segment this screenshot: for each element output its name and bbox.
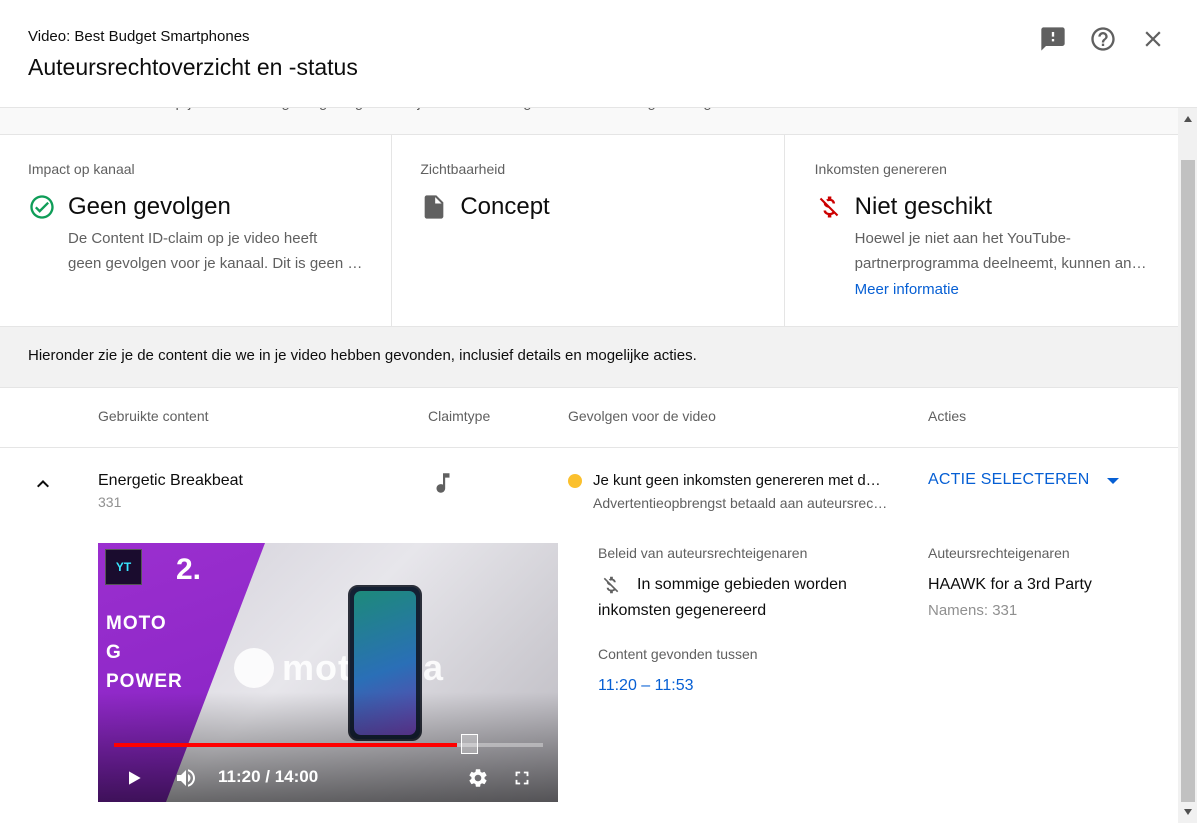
learn-more-link[interactable]: Meer informatie <box>855 281 959 298</box>
dialog-header: Video: Best Budget Smartphones Auteursre… <box>0 0 1197 108</box>
policy-label: Beleid van auteursrechteigenaren <box>598 545 808 561</box>
card-heading: Inkomsten genereren <box>814 161 947 177</box>
owner-sub: Namens: 331 <box>928 602 1018 619</box>
overlay-line: MOTO <box>106 613 167 634</box>
card-heading: Impact op kanaal <box>28 161 135 177</box>
feedback-icon[interactable] <box>1038 24 1068 54</box>
no-money-icon <box>600 574 622 596</box>
settings-gear-icon[interactable] <box>464 764 492 792</box>
card-heading: Zichtbaarheid <box>420 161 506 177</box>
music-note-icon <box>430 470 456 496</box>
progress-fill <box>114 743 458 747</box>
card-value: Niet geschikt <box>854 193 993 220</box>
document-icon <box>420 193 448 221</box>
card-desc-line: partnerprogramma deelneemt, kunnen ander… <box>854 255 1147 272</box>
progress-bar[interactable] <box>114 743 543 747</box>
volume-icon[interactable] <box>172 764 200 792</box>
owners-label: Auteursrechteigenaren <box>928 545 1070 561</box>
card-monetization: Inkomsten genereren Niet geschikt Hoewel… <box>785 135 1178 326</box>
overlay-number: 2. <box>176 553 202 586</box>
select-action-button[interactable]: ACTIE SELECTEREN <box>928 471 1089 489</box>
scroll-up-icon[interactable] <box>1181 112 1195 126</box>
card-desc-line: geen gevolgen voor je kanaal. Dit is gee… <box>68 255 364 272</box>
effect-subtext: Advertentieopbrengst betaald aan auteurs… <box>593 495 888 511</box>
card-description: Hoewel je niet aan het YouTube- partnerp… <box>855 226 1155 276</box>
overlay-line: G <box>106 642 122 663</box>
help-icon[interactable] <box>1088 24 1118 54</box>
card-desc-line: De Content ID-claim op je video heeft <box>68 230 318 247</box>
info-band: Hieronder zie je de content die we in je… <box>0 326 1178 388</box>
card-desc-line: Hoewel je niet aan het YouTube- <box>854 230 1071 247</box>
overlay-title: MOTO G POWER <box>106 609 183 696</box>
scrubber-handle[interactable] <box>461 734 478 754</box>
check-circle-icon <box>28 193 56 221</box>
card-value-row: Concept <box>420 193 550 221</box>
found-label: Content gevonden tussen <box>598 646 758 662</box>
policy-text: In sommige gebieden worden <box>637 576 847 593</box>
time-display: 11:20 / 14:00 <box>218 767 319 786</box>
scroll-down-icon[interactable] <box>1181 805 1195 819</box>
info-text: Hieronder zie je de content die we in je… <box>28 347 697 364</box>
content-subtitle: 331 <box>98 494 122 510</box>
card-description: De Content ID-claim op je video heeft ge… <box>68 226 368 276</box>
card-value-row: Geen gevolgen <box>28 193 231 221</box>
close-icon[interactable] <box>1138 24 1168 54</box>
column-header: Claimtype <box>428 408 491 424</box>
brand-logo-icon <box>234 648 274 688</box>
no-money-icon <box>815 193 843 221</box>
video-subtitle: Video: Best Budget Smartphones <box>28 28 250 45</box>
collapse-chevron-up-icon[interactable] <box>31 472 55 496</box>
column-header: Acties <box>928 408 967 424</box>
found-range-link[interactable]: 11:20 – 11:53 <box>598 677 694 695</box>
column-header: Gevolgen voor de video <box>568 408 716 424</box>
card-value-row: Niet geschikt <box>815 193 992 221</box>
video-player[interactable]: YT 2. MOTO G POWER motorola 11:20 / 14:0… <box>98 543 558 802</box>
card-visibility: Zichtbaarheid Concept <box>392 135 785 326</box>
card-value: Geen gevolgen <box>68 193 231 220</box>
scrollbar-thumb[interactable] <box>1181 160 1195 802</box>
owner-name: HAAWK for a 3rd Party <box>928 576 1092 593</box>
fullscreen-icon[interactable] <box>508 764 536 792</box>
effect-text: Je kunt geen inkomsten genereren met dez… <box>593 472 888 489</box>
play-icon[interactable] <box>120 764 148 792</box>
column-header: Gebruikte content <box>98 408 209 424</box>
header-divider <box>0 447 1178 448</box>
dialog-title: Auteursrechtoverzicht en -status <box>28 54 358 80</box>
top-band <box>0 108 1178 135</box>
content-title: Energetic Breakbeat <box>98 472 243 489</box>
copyright-dialog: Video: Best Budget Smartphones Auteursre… <box>0 0 1197 823</box>
status-dot <box>568 474 582 488</box>
impact-cards: Impact op kanaal Geen gevolgen De Conten… <box>0 135 1178 326</box>
channel-logo: YT <box>105 549 142 585</box>
card-value: Concept <box>460 193 550 220</box>
policy-text: inkomsten gegenereerd <box>598 602 767 619</box>
card-channel-impact: Impact op kanaal Geen gevolgen De Conten… <box>0 135 393 326</box>
caret-down-icon[interactable] <box>1106 474 1120 488</box>
